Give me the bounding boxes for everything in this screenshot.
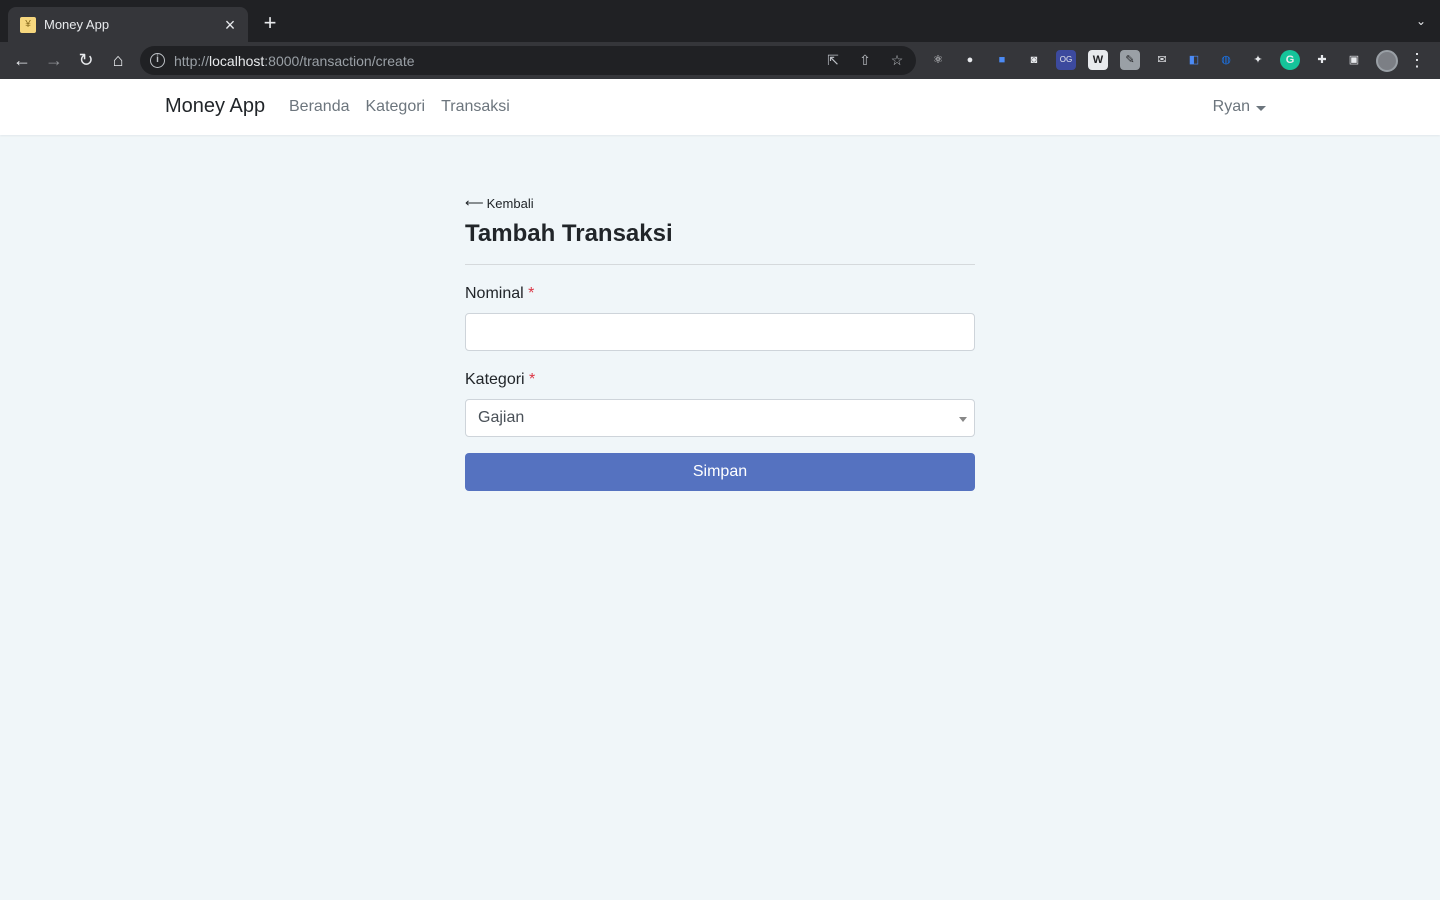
home-button[interactable]: ⌂ [106, 48, 130, 72]
browser-toolbar: ← → ↻ ⌂ i http://localhost:8000/transact… [0, 42, 1440, 79]
nominal-label: Nominal * [465, 285, 535, 302]
nav-link-beranda[interactable]: Beranda [289, 98, 350, 116]
save-button[interactable]: Simpan [465, 453, 975, 491]
required-mark: * [528, 285, 535, 302]
user-name: Ryan [1212, 98, 1250, 115]
brand-link[interactable]: Money App [165, 95, 265, 118]
extensions-bar: ⚛ ● ■ ◙ OG W ✎ ✉ ◧ ◍ ✦ G ✚ ▣ [928, 50, 1398, 72]
grammarly-icon[interactable]: G [1280, 50, 1300, 70]
address-bar[interactable]: i http://localhost:8000/transaction/crea… [140, 46, 916, 75]
category-label: Kategori * [465, 371, 536, 388]
back-button[interactable]: ← [10, 48, 34, 72]
share-icon[interactable]: ⇧ [856, 51, 874, 69]
close-tab-icon[interactable]: × [222, 16, 238, 34]
category-select[interactable]: Gajian [465, 399, 975, 437]
mail-extension-icon[interactable]: ✉ [1152, 50, 1172, 70]
side-panel-icon[interactable]: ▣ [1344, 50, 1364, 70]
forward-button[interactable]: → [42, 48, 66, 72]
og-extension-icon[interactable]: OG [1056, 50, 1076, 70]
browser-menu-icon[interactable]: ⋮ [1408, 48, 1426, 72]
app-navbar: Money App Beranda Kategori Transaksi Rya… [0, 79, 1440, 135]
user-dropdown[interactable]: Ryan [1213, 98, 1266, 116]
globe-extension-icon[interactable]: ◍ [1216, 50, 1236, 70]
profile-avatar[interactable] [1376, 50, 1398, 72]
nominal-input[interactable] [465, 313, 975, 351]
url-text: http://localhost:8000/transaction/create [174, 52, 415, 69]
dropdown-caret-icon [959, 417, 967, 422]
tab-title: Money App [44, 17, 110, 32]
bookmark-star-icon[interactable]: ☆ [888, 51, 906, 69]
info-icon[interactable]: i [150, 53, 165, 68]
caret-down-icon [1256, 105, 1266, 111]
extension-circle-icon[interactable]: ● [960, 50, 980, 70]
reload-button[interactable]: ↻ [74, 48, 98, 72]
page-title: Tambah Transaksi [465, 220, 673, 247]
category-selected-value: Gajian [478, 409, 525, 426]
arrow-left-icon: ⟵ [465, 195, 484, 210]
react-devtools-icon[interactable]: ⚛ [928, 50, 948, 70]
translate-extension-icon[interactable]: ◧ [1184, 50, 1204, 70]
tab-search-icon[interactable]: ⌄ [1416, 14, 1426, 28]
note-extension-icon[interactable]: ✎ [1120, 50, 1140, 70]
nav-link-kategori[interactable]: Kategori [366, 98, 426, 116]
required-mark: * [529, 371, 536, 388]
nav-links: Beranda Kategori Transaksi [289, 98, 510, 116]
wappalyzer-icon[interactable]: W [1088, 50, 1108, 70]
transaction-form-container: ⟵ Kembali Tambah Transaksi Nominal * Kat… [465, 192, 975, 491]
favicon-icon: ¥ [20, 16, 36, 33]
extensions-puzzle-icon[interactable]: ✚ [1312, 50, 1332, 70]
color-picker-icon[interactable]: ■ [992, 50, 1012, 70]
nav-link-transaksi[interactable]: Transaksi [441, 98, 510, 116]
title-divider [465, 264, 975, 265]
new-tab-button[interactable]: + [258, 12, 282, 36]
browser-tab[interactable]: ¥ Money App × [8, 7, 248, 42]
back-link-label: Kembali [486, 195, 534, 211]
camera-icon[interactable]: ◙ [1024, 50, 1044, 70]
vpn-extension-icon[interactable]: ✦ [1248, 50, 1268, 70]
browser-tab-bar: ¥ Money App × + ⌄ [0, 0, 1440, 42]
open-external-icon[interactable]: ⇱ [824, 51, 842, 69]
back-link[interactable]: ⟵ Kembali [465, 195, 534, 211]
